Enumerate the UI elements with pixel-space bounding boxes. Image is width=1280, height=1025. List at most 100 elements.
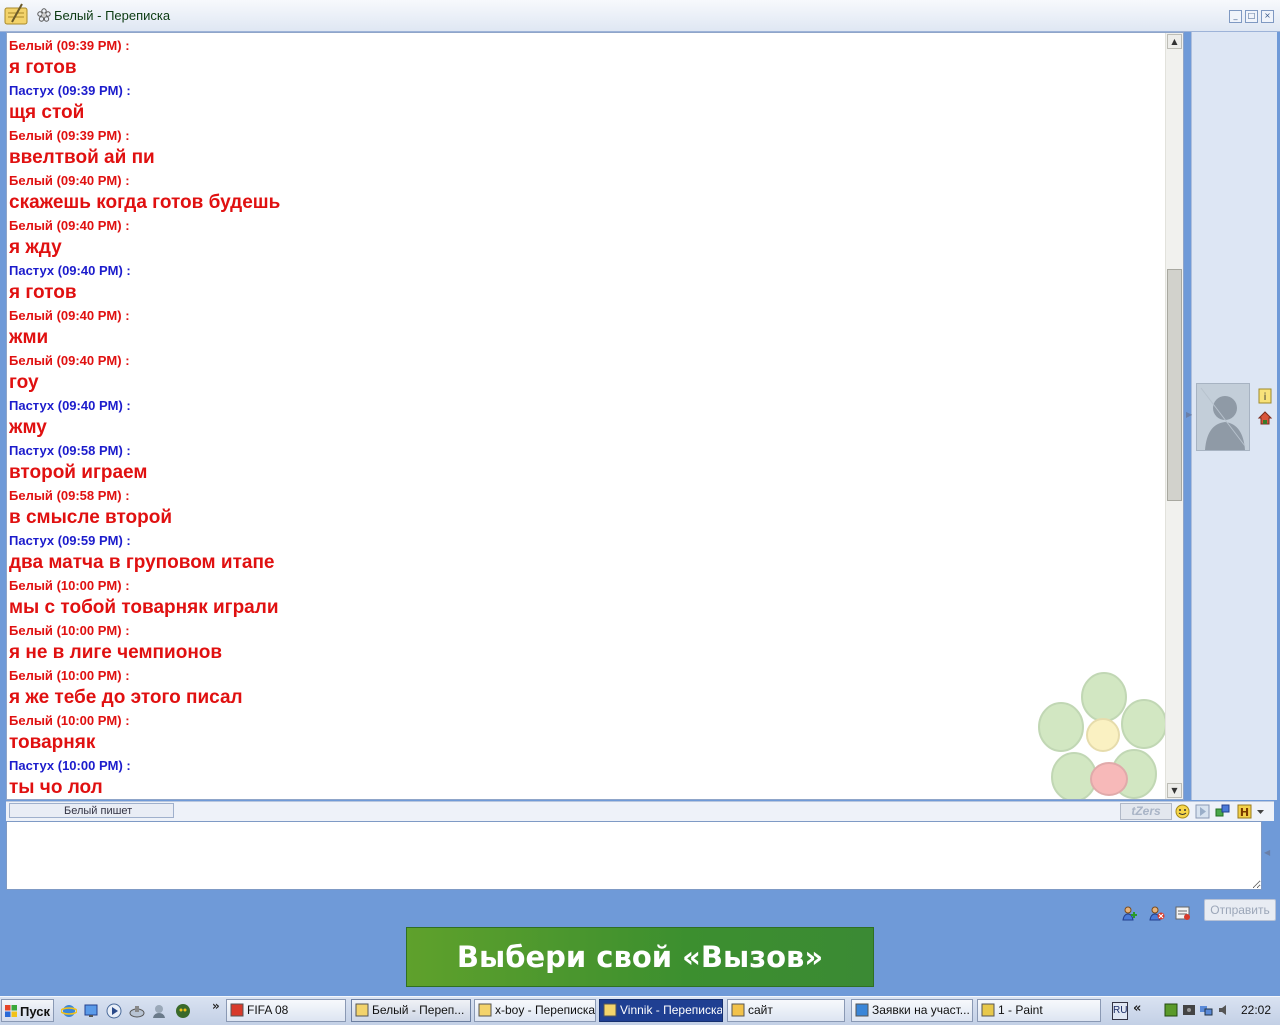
message: Пастух (09:40 PM) : я готов	[9, 260, 1164, 305]
dropdown-arrow-icon[interactable]	[1253, 804, 1268, 819]
tzers-button[interactable]: tZers	[1120, 803, 1172, 820]
close-button[interactable]: ×	[1261, 10, 1274, 23]
quicklaunch-more-button[interactable]: »	[212, 999, 220, 1013]
message-sender: Пастух	[9, 398, 55, 413]
message-header: Белый (09:40 PM) :	[9, 350, 1164, 371]
message-time: (09:58 PM) :	[56, 488, 130, 503]
message-text: я готов	[9, 57, 77, 78]
message-time: (10:00 PM) :	[56, 713, 130, 728]
message-header: Пастух (09:40 PM) :	[9, 260, 1164, 281]
message-sender: Белый	[9, 578, 53, 593]
puzzle-icon[interactable]	[1215, 804, 1230, 819]
input-pane-toggle-icon[interactable]: ◀	[1264, 848, 1270, 857]
message-sender: Белый	[9, 308, 53, 323]
message: Белый (09:58 PM) : в смысле второй	[9, 485, 1164, 530]
message-header: Белый (09:40 PM) :	[9, 215, 1164, 236]
messenger-quicklaunch-icon[interactable]	[151, 1003, 167, 1019]
clock: 22:02	[1241, 1003, 1272, 1017]
volume-tray-icon[interactable]	[1217, 1003, 1231, 1017]
message-text: ввелтвой ай пи	[9, 147, 155, 168]
tray-expand-button[interactable]: «	[1133, 1001, 1141, 1016]
message-time: (09:58 PM) :	[57, 443, 131, 458]
message-time: (09:40 PM) :	[56, 308, 130, 323]
avatar[interactable]	[1196, 383, 1250, 451]
message: Пастух (09:39 PM) : щя стой	[9, 80, 1164, 125]
message: Пастух (09:58 PM) : второй играем	[9, 440, 1164, 485]
message: Белый (10:00 PM) : товарняк	[9, 710, 1164, 755]
scroll-up-icon[interactable]: ▲	[1167, 34, 1182, 49]
message-text: гоу	[9, 372, 39, 393]
nvidia-tray-icon[interactable]	[1164, 1003, 1178, 1017]
message-sender: Белый	[9, 173, 53, 188]
taskbar-task-label: Vinnik - Переписка	[620, 1003, 723, 1017]
taskbar-task-label: x-boy - Переписка	[495, 1003, 596, 1017]
windows-flag-icon	[5, 1005, 17, 1017]
history-icon[interactable]	[1175, 905, 1191, 921]
taskbar-task[interactable]: сайт	[727, 999, 845, 1022]
taskbar-task[interactable]: Vinnik - Переписка	[599, 999, 723, 1022]
maximize-button[interactable]: □	[1245, 10, 1258, 23]
chat-history[interactable]: Белый (09:39 PM) : я готов Пастух (09:39…	[6, 32, 1184, 800]
send-button[interactable]: Отправить	[1204, 899, 1276, 921]
pane-toggle-icon[interactable]: ▶	[1186, 410, 1192, 419]
message: Белый (09:40 PM) : скажешь когда готов б…	[9, 170, 1164, 215]
icq-notes-icon[interactable]	[2, 2, 32, 28]
message-sender: Пастух	[9, 533, 55, 548]
smiley-icon[interactable]	[1175, 804, 1190, 819]
message-sender: Белый	[9, 488, 53, 503]
message-sender: Пастух	[9, 83, 55, 98]
folder-icon	[731, 1003, 745, 1017]
message-header: Белый (09:40 PM) :	[9, 170, 1164, 191]
message: Белый (09:40 PM) : гоу	[9, 350, 1164, 395]
message-time: (10:00 PM) :	[56, 578, 130, 593]
chat-scrollbar[interactable]: ▲ ▼	[1165, 33, 1183, 799]
title-bar: Белый - Переписка _ □ ×	[0, 0, 1280, 32]
message-header: Пастух (09:59 PM) :	[9, 530, 1164, 551]
ignore-contact-icon[interactable]	[1149, 905, 1165, 921]
message: Белый (09:39 PM) : ввелтвой ай пи	[9, 125, 1164, 170]
language-indicator[interactable]: RU	[1112, 1002, 1128, 1020]
network-quicklaunch-icon[interactable]	[129, 1003, 145, 1019]
add-contact-icon[interactable]	[1122, 905, 1138, 921]
message-input[interactable]	[6, 821, 1262, 890]
h-icon[interactable]: H	[1237, 804, 1252, 819]
taskbar-task[interactable]: x-boy - Переписка	[474, 999, 596, 1022]
message-header: Пастух (09:39 PM) :	[9, 80, 1164, 101]
taskbar: Пуск » FIFA 08 Белый - Переп... x-boy - Пе…	[0, 996, 1280, 1025]
taskbar-task[interactable]: FIFA 08	[226, 999, 346, 1022]
drive-tray-icon[interactable]	[1182, 1003, 1196, 1017]
taskbar-task-label: 1 - Paint	[998, 1003, 1043, 1017]
start-button[interactable]: Пуск	[1, 999, 54, 1022]
message-time: (09:59 PM) :	[57, 533, 131, 548]
message-header: Белый (10:00 PM) :	[9, 575, 1164, 596]
message-sender: Белый	[9, 668, 53, 683]
ad-banner[interactable]: Выбери свой «Вызов»	[406, 927, 874, 987]
message-text: я не в лиге чемпионов	[9, 642, 223, 663]
scroll-thumb[interactable]	[1167, 269, 1182, 501]
ie-quicklaunch-icon[interactable]	[61, 1003, 77, 1019]
message: Пастух (10:00 PM) : ты чо лол	[9, 755, 1164, 799]
taskbar-task[interactable]: Заявки на участ...	[851, 999, 973, 1022]
message-text: мы с тобой товарняк играли	[9, 597, 279, 618]
message-time: (09:40 PM) :	[56, 173, 130, 188]
message-sender: Пастух	[9, 443, 55, 458]
taskbar-task-label: Белый - Переп...	[372, 1003, 465, 1017]
message-text: щя стой	[9, 102, 85, 123]
scroll-down-icon[interactable]: ▼	[1167, 783, 1182, 798]
network-tray-icon[interactable]	[1199, 1003, 1213, 1017]
minimize-button[interactable]: _	[1229, 10, 1242, 23]
home-icon[interactable]	[1257, 410, 1273, 426]
play-icon[interactable]	[1195, 804, 1210, 819]
desktop-quicklaunch-icon[interactable]	[83, 1003, 99, 1019]
taskbar-task[interactable]: 1 - Paint	[977, 999, 1101, 1022]
media-player-quicklaunch-icon[interactable]	[106, 1003, 122, 1019]
message-header: Белый (10:00 PM) :	[9, 620, 1164, 641]
message-text: жми	[9, 327, 49, 348]
svg-text:H: H	[1240, 806, 1249, 819]
info-icon[interactable]: i	[1257, 388, 1273, 404]
game-quicklaunch-icon[interactable]	[175, 1003, 191, 1019]
taskbar-task[interactable]: Белый - Переп...	[351, 999, 471, 1022]
message-text: ты чо лол	[9, 777, 103, 798]
message: Пастух (09:40 PM) : жму	[9, 395, 1164, 440]
taskbar-task-label: FIFA 08	[247, 1003, 289, 1017]
